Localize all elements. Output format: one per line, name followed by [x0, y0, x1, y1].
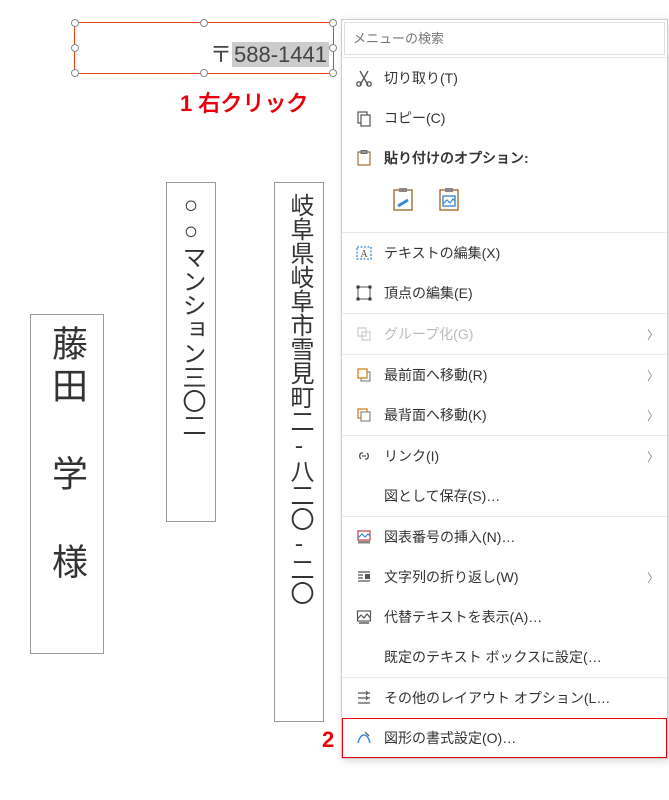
chevron-right-icon: 〉	[647, 407, 659, 424]
chevron-right-icon: 〉	[647, 569, 659, 586]
caption-icon	[350, 528, 378, 546]
copy-icon	[350, 109, 378, 127]
scissors-icon	[350, 69, 378, 87]
name-text: 藤田 学 様	[40, 325, 94, 585]
chevron-right-icon: 〉	[647, 367, 659, 384]
menu-search-input[interactable]	[344, 22, 665, 55]
building-textbox[interactable]: ○○マンション三〇二	[166, 182, 216, 522]
alt-text-icon	[350, 608, 378, 626]
menu-format-shape-label: 図形の書式設定(O)…	[384, 728, 659, 748]
chevron-right-icon: 〉	[647, 448, 659, 465]
paste-options-row	[342, 178, 667, 233]
paste-picture-button[interactable]	[434, 184, 466, 216]
send-back-icon	[350, 406, 378, 424]
paste-options-label-row: 貼り付けのオプション:	[342, 138, 667, 178]
building-text: ○○マンション三〇二	[173, 193, 209, 437]
resize-handle[interactable]	[329, 44, 337, 52]
resize-handle[interactable]	[71, 69, 79, 77]
menu-group: グループ化(G) 〉	[342, 314, 667, 354]
annotation-step1: 1 右クリック	[180, 86, 308, 118]
menu-cut[interactable]: 切り取り(T)	[342, 58, 667, 98]
address-text: 岐阜県岐阜市雪見町二‐八二〇‐二〇	[281, 193, 317, 605]
text-wrap-icon	[350, 568, 378, 586]
postal-code-text: 〒588-1441	[210, 37, 329, 69]
postal-number: 588-1441	[232, 42, 329, 67]
menu-text-wrapping[interactable]: 文字列の折り返し(W) 〉	[342, 557, 667, 597]
menu-save-picture-label: 図として保存(S)…	[384, 486, 659, 506]
menu-search-container	[342, 20, 667, 58]
vertices-icon	[350, 284, 378, 302]
link-icon	[350, 447, 378, 465]
menu-save-as-picture[interactable]: 図として保存(S)…	[342, 476, 667, 516]
menu-default-textbox-label: 既定のテキスト ボックスに設定(…	[384, 647, 659, 667]
menu-alt-text[interactable]: 代替テキストを表示(A)…	[342, 597, 667, 637]
menu-bring-front-label: 最前面へ移動(R)	[384, 365, 647, 385]
menu-more-layout-label: その他のレイアウト オプション(L…	[384, 688, 659, 708]
menu-edit-text[interactable]: A テキストの編集(X)	[342, 233, 667, 273]
menu-insert-caption[interactable]: 図表番号の挿入(N)…	[342, 517, 667, 557]
selected-textbox[interactable]: 〒588-1441	[74, 22, 334, 74]
menu-copy[interactable]: コピー(C)	[342, 98, 667, 138]
menu-send-back-label: 最背面へ移動(K)	[384, 405, 647, 425]
resize-handle[interactable]	[200, 69, 208, 77]
menu-alt-text-label: 代替テキストを表示(A)…	[384, 607, 659, 627]
menu-group-label: グループ化(G)	[384, 324, 647, 344]
bring-front-icon	[350, 366, 378, 384]
resize-handle[interactable]	[329, 69, 337, 77]
resize-handle[interactable]	[71, 19, 79, 27]
paste-keep-formatting-button[interactable]	[388, 184, 420, 216]
annotation-step2: 2	[322, 727, 334, 753]
paste-options-label: 貼り付けのオプション:	[384, 148, 529, 168]
menu-edit-vertices-label: 頂点の編集(E)	[384, 283, 659, 303]
resize-handle[interactable]	[329, 19, 337, 27]
name-textbox[interactable]: 藤田 学 様	[30, 314, 104, 654]
group-icon	[350, 325, 378, 343]
menu-bring-front[interactable]: 最前面へ移動(R) 〉	[342, 355, 667, 395]
menu-send-back[interactable]: 最背面へ移動(K) 〉	[342, 395, 667, 435]
text-edit-icon: A	[350, 244, 378, 262]
menu-edit-vertices[interactable]: 頂点の編集(E)	[342, 273, 667, 313]
menu-link[interactable]: リンク(I) 〉	[342, 436, 667, 476]
resize-handle[interactable]	[200, 19, 208, 27]
menu-format-shape[interactable]: 図形の書式設定(O)…	[342, 718, 667, 758]
context-menu: 切り取り(T) コピー(C) 貼り付けのオプション: A テキストの編集(X) …	[341, 19, 668, 759]
menu-default-textbox[interactable]: 既定のテキスト ボックスに設定(…	[342, 637, 667, 677]
format-shape-icon	[350, 729, 378, 747]
address-textbox[interactable]: 岐阜県岐阜市雪見町二‐八二〇‐二〇	[274, 182, 324, 722]
menu-cut-label: 切り取り(T)	[384, 68, 659, 88]
menu-copy-label: コピー(C)	[384, 108, 659, 128]
menu-more-layout[interactable]: その他のレイアウト オプション(L…	[342, 678, 667, 718]
clipboard-icon	[350, 149, 378, 167]
postal-mark: 〒	[210, 42, 232, 67]
menu-link-label: リンク(I)	[384, 446, 647, 466]
svg-text:A: A	[360, 249, 368, 260]
layout-icon	[350, 689, 378, 707]
menu-caption-label: 図表番号の挿入(N)…	[384, 527, 659, 547]
resize-handle[interactable]	[71, 44, 79, 52]
menu-edit-text-label: テキストの編集(X)	[384, 243, 659, 263]
menu-wrap-label: 文字列の折り返し(W)	[384, 567, 647, 587]
chevron-right-icon: 〉	[647, 326, 659, 343]
